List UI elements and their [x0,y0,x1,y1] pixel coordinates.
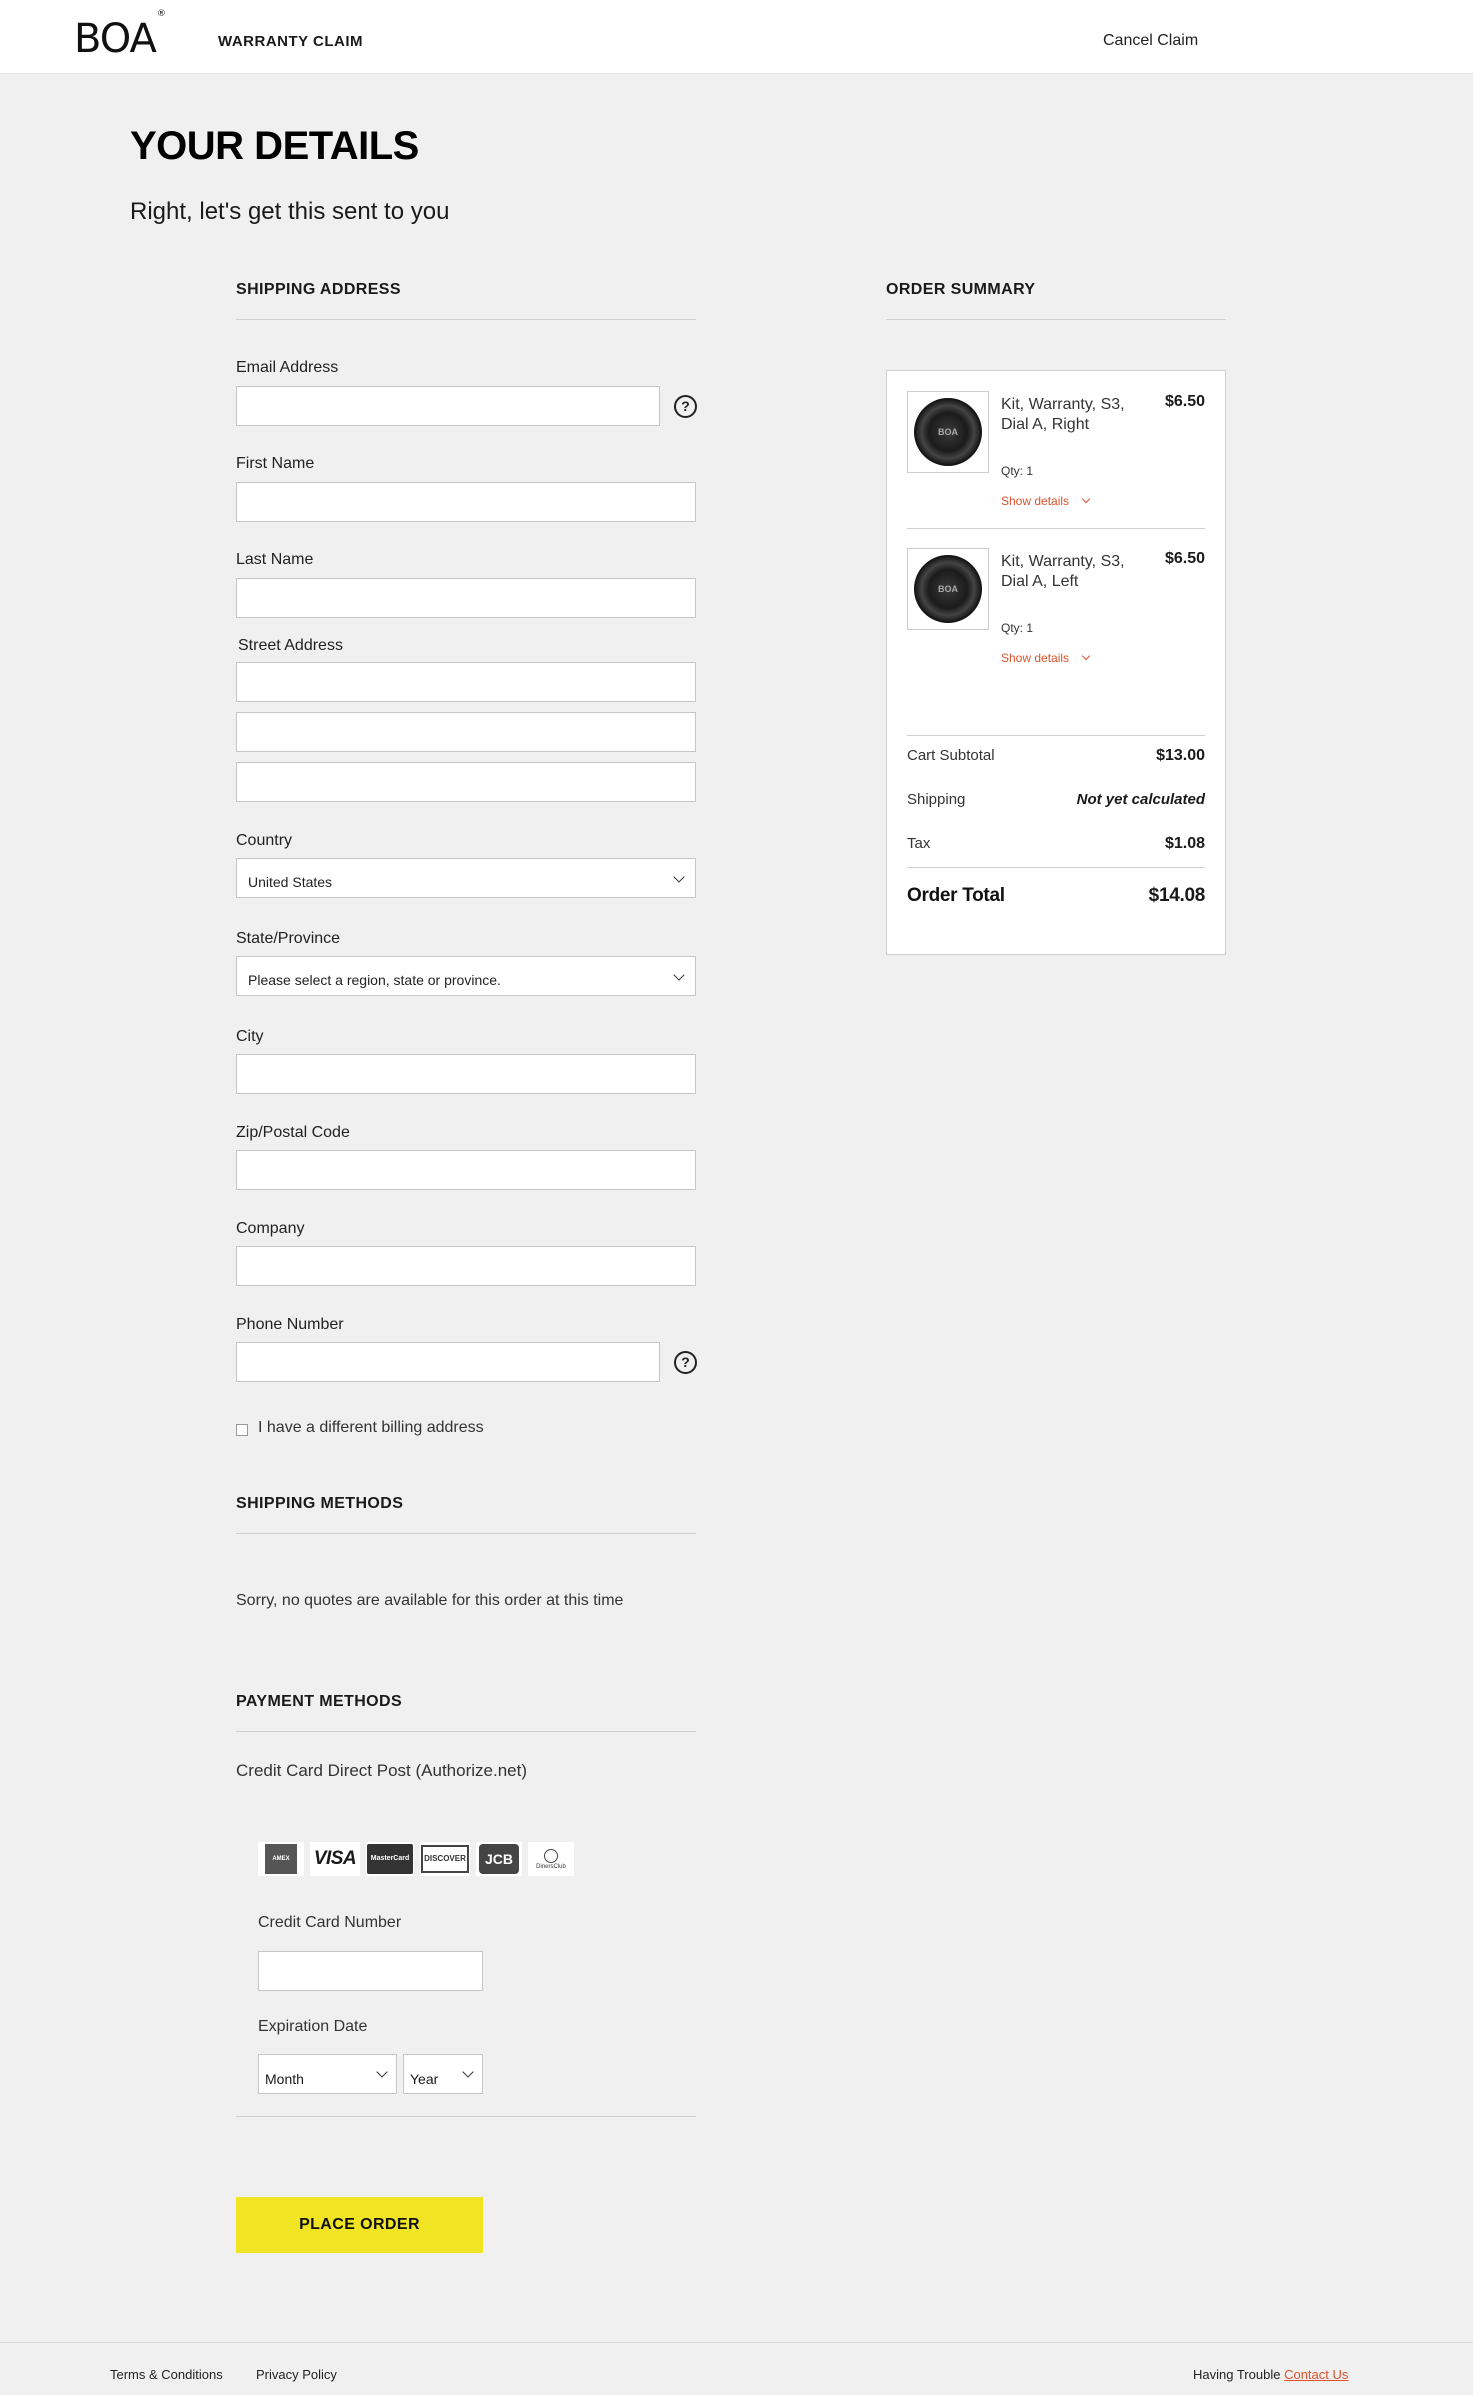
cart-subtotal-value: $13.00 [1156,747,1205,764]
top-header: BOA® WARRANTY CLAIM Cancel Claim [0,0,1473,74]
country-select[interactable]: United States [236,858,696,898]
tax-label: Tax [907,835,931,852]
item-name: Kit, Warranty, S3, Dial A, Left [1001,553,1125,590]
phone-field[interactable] [236,1342,660,1382]
expiration-date-label: Expiration Date [258,2018,368,2035]
payment-method-name: Credit Card Direct Post (Authorize.net) [236,1761,527,1780]
dial-image: BOA [914,555,982,623]
credit-card-number-label: Credit Card Number [258,1914,402,1931]
discover-icon: DISCOVER [420,1842,470,1876]
country-label: Country [236,832,293,849]
grand-total-divider [907,867,1205,868]
contact-us-link[interactable]: Contact Us [1284,2367,1348,2382]
payment-methods-heading: PAYMENT METHODS [236,1693,696,1732]
chevron-down-icon [673,871,685,883]
header-title: WARRANTY CLAIM [218,33,364,50]
payment-divider [236,2116,696,2117]
street-address-line-2[interactable] [236,712,696,752]
different-billing-label[interactable]: I have a different billing address [258,1419,484,1437]
expiration-month-value: Month [265,2071,304,2087]
chevron-down-icon [673,969,685,981]
trouble-text: Having Trouble [1193,2367,1281,2382]
mastercard-icon: MasterCard [366,1842,414,1876]
page-subtitle: Right, let's get this sent to you [130,198,450,225]
street-address-label: Street Address [238,637,343,654]
expiration-month-select[interactable]: Month [258,2054,397,2094]
street-address-line-1[interactable] [236,662,696,702]
shipping-value: Not yet calculated [1076,791,1205,808]
email-field[interactable] [236,386,660,426]
order-summary-heading: ORDER SUMMARY [886,281,1226,320]
diners-club-icon: DinersClub [528,1842,574,1876]
product-thumbnail[interactable]: BOA [907,391,989,473]
logo-registered-mark: ® [156,8,166,19]
shipping-address-heading: SHIPPING ADDRESS [236,281,696,320]
place-order-button[interactable]: PLACE ORDER [236,2197,483,2253]
country-select-value: United States [248,874,333,890]
cancel-claim-link[interactable]: Cancel Claim [1103,32,1198,50]
street-address-line-3[interactable] [236,762,696,802]
show-details-label: Show details [1001,494,1070,508]
item-qty: Qty: 1 [1001,464,1034,478]
credit-card-number-field[interactable] [258,1951,483,1991]
amex-icon: AMEX [258,1842,304,1876]
terms-link[interactable]: Terms & Conditions [110,2367,223,2382]
first-name-field[interactable] [236,482,696,522]
order-total-label: Order Total [907,885,1005,906]
company-field[interactable] [236,1246,696,1286]
page-title: YOUR DETAILS [130,124,419,168]
show-details-toggle[interactable]: Show details [1001,651,1091,665]
shipping-label: Shipping [907,791,966,808]
dial-image: BOA [914,398,982,466]
show-details-label: Show details [1001,651,1070,665]
show-details-toggle[interactable]: Show details [1001,494,1091,508]
footer-help: Having Trouble Contact Us [1193,2367,1348,2382]
visa-icon: VISA [310,1842,360,1876]
chevron-down-icon [376,2066,388,2078]
chevron-down-icon [1081,494,1091,504]
company-label: Company [236,1220,305,1237]
item-price: $6.50 [1164,393,1205,410]
item-qty: Qty: 1 [1001,621,1034,635]
logo-text: BOA [74,16,157,62]
first-name-label: First Name [236,455,315,472]
state-select[interactable]: Please select a region, state or provinc… [236,956,696,996]
shipping-methods-heading: SHIPPING METHODS [236,1495,696,1534]
footer: Terms & Conditions Privacy Policy Having… [0,2342,1473,2395]
phone-label: Phone Number [236,1316,344,1333]
product-thumbnail[interactable]: BOA [907,548,989,630]
state-label: State/Province [236,930,341,947]
item-divider [907,528,1205,529]
state-select-value: Please select a region, state or provinc… [248,972,501,988]
city-label: City [236,1028,264,1045]
last-name-label: Last Name [236,551,314,568]
privacy-link[interactable]: Privacy Policy [256,2367,337,2382]
email-help-icon[interactable]: ? [674,395,697,418]
totals-divider [907,735,1205,736]
order-summary-box: BOA Kit, Warranty, S3, Dial A, Right $6.… [886,370,1226,955]
expiration-year-value: Year [410,2071,439,2087]
boa-logo[interactable]: BOA® [74,9,166,62]
expiration-year-select[interactable]: Year [403,2054,483,2094]
phone-help-icon[interactable]: ? [674,1351,697,1374]
zip-field[interactable] [236,1150,696,1190]
order-total-value: $14.08 [1148,885,1206,906]
email-label: Email Address [236,359,339,376]
jcb-icon: JCB [476,1842,522,1876]
city-field[interactable] [236,1054,696,1094]
last-name-field[interactable] [236,578,696,618]
no-quotes-message: Sorry, no quotes are available for this … [236,1592,624,1609]
chevron-down-icon [1081,651,1091,661]
zip-label: Zip/Postal Code [236,1124,350,1141]
chevron-down-icon [462,2066,474,2078]
item-price: $6.50 [1164,550,1205,567]
item-name: Kit, Warranty, S3, Dial A, Right [1001,396,1125,433]
different-billing-checkbox[interactable] [236,1424,248,1436]
cart-subtotal-label: Cart Subtotal [907,747,995,764]
tax-value: $1.08 [1164,835,1205,852]
